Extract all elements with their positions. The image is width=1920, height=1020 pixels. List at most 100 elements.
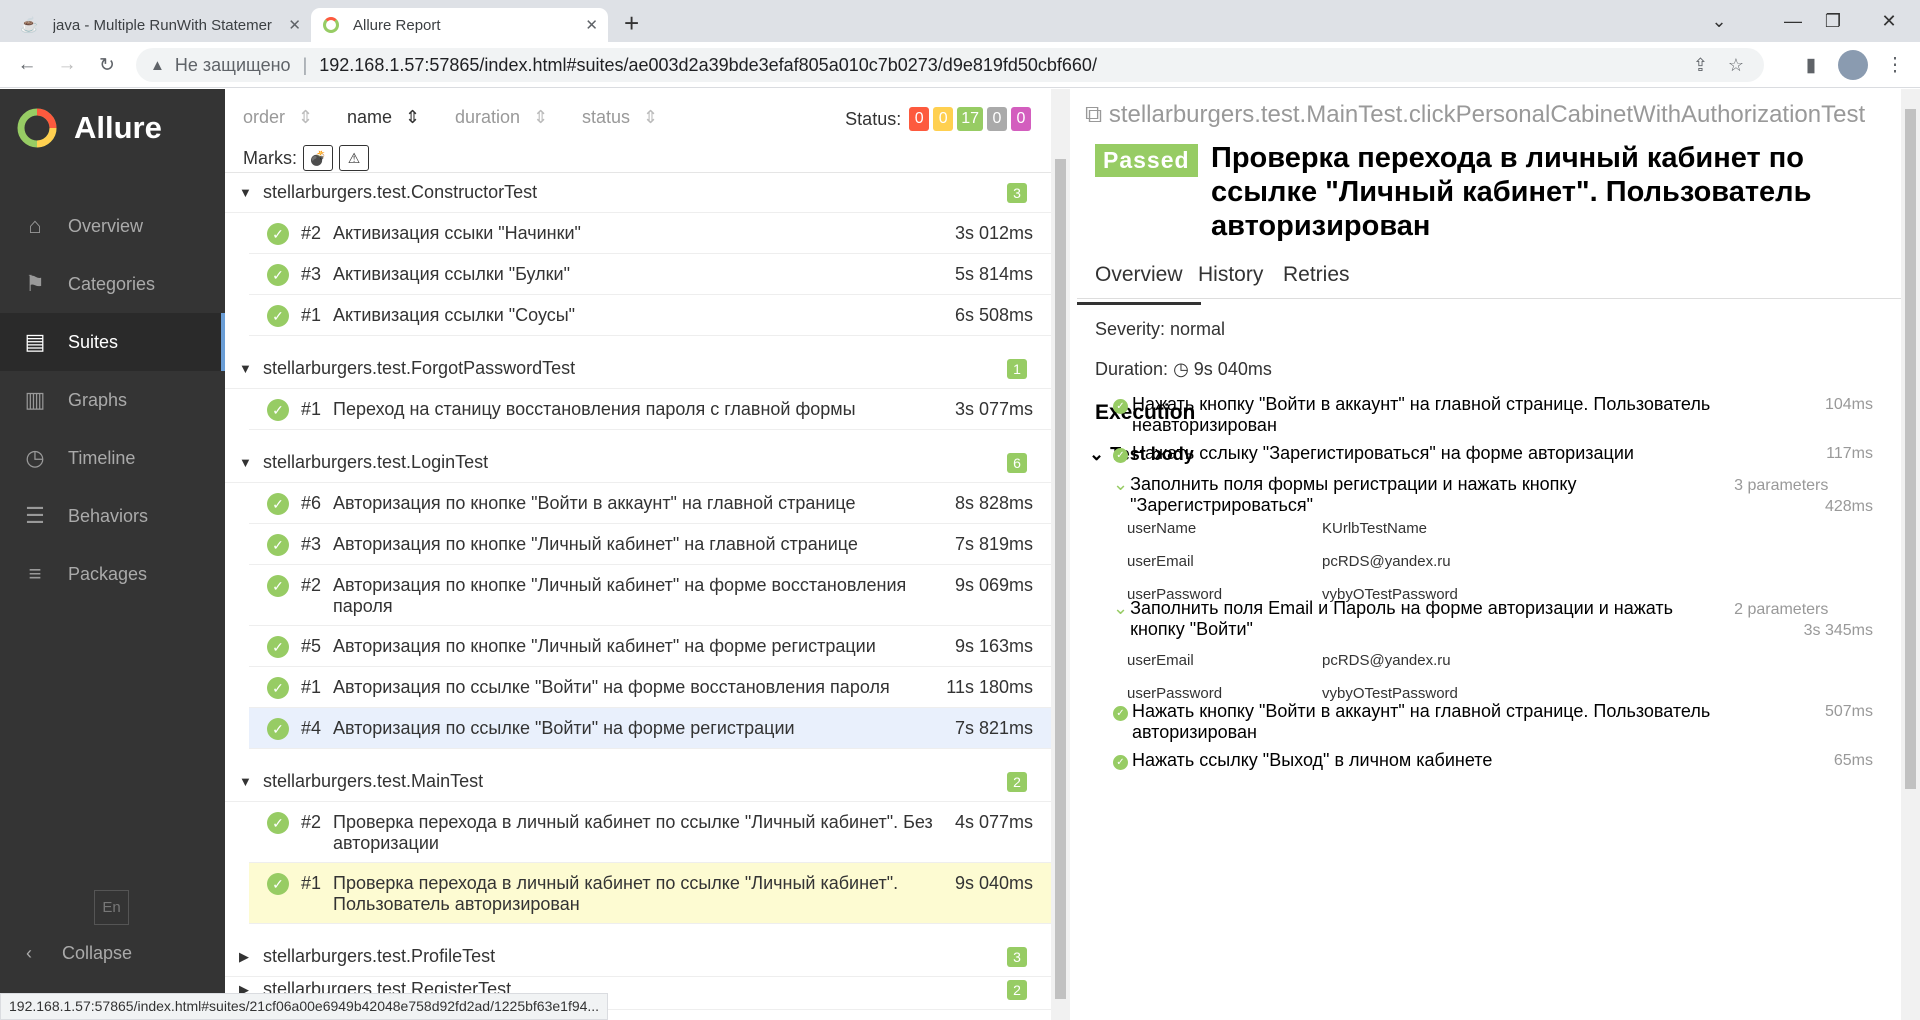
sidebar-item-graphs[interactable]: ▥ Graphs — [0, 371, 225, 429]
sidebar-item-packages[interactable]: ≡ Packages — [0, 545, 225, 603]
suite-header[interactable]: ▼ stellarburgers.test.MainTest 2 — [225, 762, 1051, 802]
param-value: vybyOTestPassword — [1322, 685, 1458, 702]
tab-retries[interactable]: Retries — [1283, 263, 1350, 287]
step-name: Нажать кнопку "Войти в аккаунт" на главн… — [1132, 394, 1711, 435]
step-name: Нажать сслыку "Зарегистироваться" на фор… — [1132, 443, 1634, 463]
suite-header[interactable]: ▼ stellarburgers.test.LoginTest 6 — [225, 443, 1051, 483]
maximize-button[interactable]: ❐ — [1810, 0, 1856, 42]
test-name: Активизация ссылки "Соусы" — [333, 305, 576, 325]
step-name: Нажать ссылку "Выход" в личном кабинете — [1132, 750, 1493, 770]
browser-tab-active[interactable]: Allure Report ✕ — [311, 8, 608, 42]
status-skipped-badge[interactable]: 0 — [987, 107, 1007, 131]
avatar[interactable] — [1838, 50, 1868, 80]
sidepanel-icon[interactable]: ▮ — [1796, 50, 1826, 80]
test-name: Авторизация по кнопке "Войти в аккаунт" … — [333, 493, 856, 513]
suite-count-badge: 3 — [1007, 947, 1027, 967]
test-row[interactable]: ✓ #3 Активизация ссылки "Булки" 5s 814ms — [249, 254, 1051, 295]
collapse-button[interactable]: ‹ Collapse — [26, 943, 132, 964]
step-duration: 65ms — [1833, 752, 1873, 769]
sort-duration[interactable]: duration ⇕ — [455, 107, 548, 128]
status-passed-badge[interactable]: 17 — [957, 107, 983, 131]
tab-search-icon[interactable]: ⌄ — [1696, 0, 1742, 42]
test-row[interactable]: ✓ #2 Проверка перехода в личный кабинет по… — [249, 802, 1051, 863]
tab-overview[interactable]: Overview — [1077, 263, 1200, 305]
execution-step[interactable]: ✓ Нажать ссылку "Выход" в личном кабинете… — [1113, 750, 1873, 771]
test-row[interactable]: ✓ #6 Авторизация по кнопке "Войти в аккаун… — [249, 483, 1051, 524]
status-failed-badge[interactable]: 0 — [909, 107, 930, 131]
allure-logo[interactable]: Allure — [16, 107, 162, 149]
execution-step[interactable]: ✓ Нажать сслыку "Зарегистироваться" на фо… — [1113, 443, 1873, 464]
test-row[interactable]: ✓ #5 Авторизация по кнопке "Личный кабинет… — [249, 626, 1051, 667]
flaky-icon[interactable]: 💣 — [303, 145, 333, 171]
test-row[interactable]: ✓ #2 Авторизация по кнопке "Личный кабинет… — [249, 565, 1051, 626]
execution-step[interactable]: ✓ Нажать кнопку "Войти в аккаунт" на глав… — [1113, 394, 1873, 436]
url-field[interactable]: ▲ Не защищено | 192.168.1.57:57865/index.ht… — [136, 48, 1764, 82]
chevron-left-icon: ‹ — [26, 943, 32, 963]
tab-history[interactable]: History — [1198, 263, 1263, 287]
back-icon[interactable]: ← — [12, 50, 42, 80]
reload-icon[interactable]: ↻ — [92, 50, 122, 80]
detail-scrollbar[interactable] — [1901, 89, 1920, 1020]
sort-status[interactable]: status ⇕ — [582, 107, 658, 128]
test-row[interactable]: ✓ #1 Проверка перехода в личный кабинет по… — [249, 863, 1051, 924]
check-circle-icon: ✓ — [267, 873, 289, 895]
step-duration: 104ms — [1824, 396, 1873, 413]
check-circle-icon: ✓ — [1113, 755, 1128, 770]
test-row[interactable]: ✓ #4 Авторизация по ссылке "Войти" на форм… — [249, 708, 1051, 749]
tree-scrollbar[interactable] — [1051, 89, 1070, 1020]
test-duration: 7s 819ms — [954, 534, 1033, 554]
test-name: Авторизация по ссылке "Войти" на форме р… — [333, 718, 795, 738]
sort-order[interactable]: order ⇕ — [243, 107, 313, 128]
suite-name: stellarburgers.test.LoginTest — [263, 452, 489, 472]
step-parameters-count: 2 parameters — [1734, 601, 1829, 618]
sidebar-item-behaviors[interactable]: ☰ Behaviors — [0, 487, 225, 545]
browser-tab[interactable]: ☕ java - Multiple RunWith Statemer ✕ — [8, 8, 311, 42]
execution-step[interactable]: ⌄ Заполнить поля Email и Пароль на форме … — [1113, 598, 1873, 640]
test-duration: 9s 069ms — [954, 575, 1033, 595]
test-duration: 3s 012ms — [954, 223, 1033, 243]
step-duration: 428ms — [1824, 498, 1873, 515]
status-broken-badge[interactable]: 0 — [933, 107, 954, 131]
check-circle-icon: ✓ — [267, 493, 289, 515]
menu-icon[interactable]: ⋮ — [1880, 50, 1910, 80]
test-fullname: ⧉ stellarburgers.test.MainTest.clickPers… — [1085, 101, 1866, 128]
share-icon[interactable]: ⇪ — [1693, 55, 1708, 76]
sort-name[interactable]: name ⇕ — [347, 107, 420, 128]
execution-step[interactable]: ⌄ Заполнить поля формы регистрации и нажа… — [1113, 474, 1873, 516]
test-row[interactable]: ✓ #3 Авторизация по кнопке "Личный кабинет… — [249, 524, 1051, 565]
suite-header[interactable]: ▼ stellarburgers.test.ConstructorTest 3 — [225, 173, 1051, 213]
check-circle-icon: ✓ — [267, 636, 289, 658]
execution-step[interactable]: ✓ Нажать кнопку "Войти в аккаунт" на глав… — [1113, 701, 1873, 743]
align-left-icon: ≡ — [28, 561, 42, 586]
status-unknown-badge[interactable]: 0 — [1011, 107, 1031, 131]
test-number: #1 — [301, 305, 322, 325]
test-row[interactable]: ✓ #1 Переход на станицу восстановления пар… — [249, 389, 1051, 430]
status-badge: Passed — [1095, 144, 1198, 177]
sidebar-item-suites[interactable]: ▤ Suites — [0, 313, 225, 371]
close-tab-icon[interactable]: ✕ — [288, 16, 301, 34]
home-icon: ⌂ — [28, 213, 42, 238]
suite-header[interactable]: ▼ stellarburgers.test.ForgotPasswordTest 1 — [225, 349, 1051, 389]
copy-icon[interactable]: ⧉ — [1085, 101, 1102, 128]
test-number: #3 — [301, 534, 322, 554]
test-name: Проверка перехода в личный кабинет по сс… — [333, 812, 933, 853]
sidebar-item-categories[interactable]: ⚑ Categories — [0, 255, 225, 313]
test-name: Проверка перехода в личный кабинет по сс… — [333, 873, 899, 914]
tree-toolbar: order ⇕ name ⇕ duration ⇕ status ⇕ Statu… — [225, 89, 1051, 173]
sidebar-item-overview[interactable]: ⌂ Overview — [0, 197, 225, 255]
new-tab-button[interactable]: + — [624, 8, 639, 39]
chevron-down-icon: ▼ — [239, 185, 252, 200]
close-tab-icon[interactable]: ✕ — [585, 16, 598, 34]
test-number: #2 — [301, 223, 322, 243]
language-button[interactable]: En — [94, 890, 129, 925]
test-number: #1 — [301, 873, 322, 893]
test-number: #2 — [301, 575, 322, 595]
star-icon[interactable]: ☆ — [1728, 55, 1744, 76]
test-row[interactable]: ✓ #2 Активизация ссыки "Начинки" 3s 012ms — [249, 213, 1051, 254]
forward-icon[interactable]: → — [52, 50, 82, 80]
warning-icon[interactable]: ⚠ — [339, 145, 369, 171]
sidebar-item-timeline[interactable]: ◷ Timeline — [0, 429, 225, 487]
test-row[interactable]: ✓ #1 Авторизация по ссылке "Войти" на форм… — [249, 667, 1051, 708]
close-window-button[interactable]: ✕ — [1866, 0, 1912, 42]
test-row[interactable]: ✓ #1 Активизация ссылки "Соусы" 6s 508ms — [249, 295, 1051, 336]
